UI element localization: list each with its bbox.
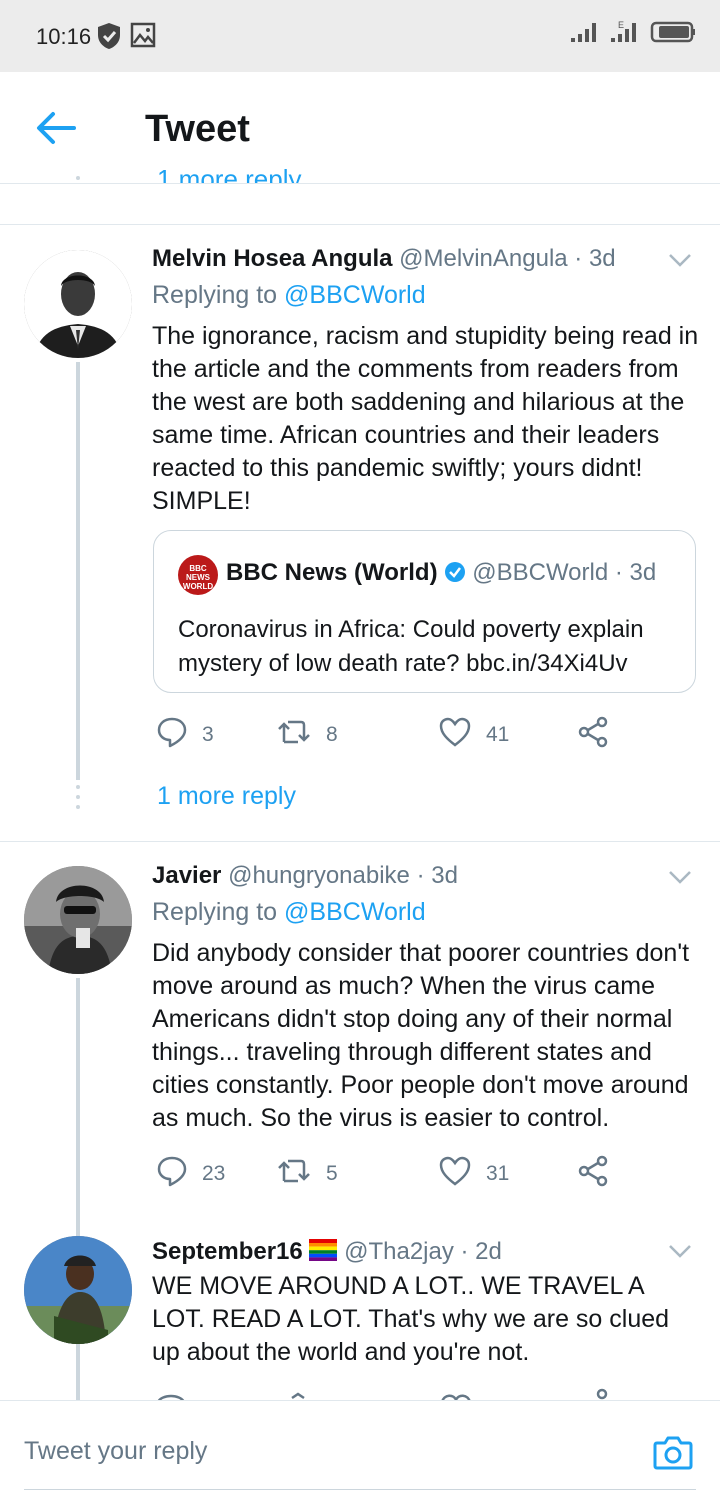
section-divider <box>0 841 720 842</box>
verified-badge-icon <box>444 561 466 590</box>
mention-link[interactable]: @BBCWorld <box>284 281 426 309</box>
author-handle: @hungryonabike <box>228 862 410 889</box>
thread-dot <box>76 176 80 180</box>
heart-icon <box>438 716 472 754</box>
thread-line <box>76 1344 80 1400</box>
reply-button[interactable]: 23 <box>156 1154 225 1194</box>
signal-icon <box>570 20 600 49</box>
image-icon <box>130 22 156 53</box>
reply-count: 3 <box>202 723 214 746</box>
avatar[interactable] <box>24 1236 132 1344</box>
like-button[interactable]: 41 <box>438 715 509 755</box>
author-handle: @MelvinAngula <box>399 245 568 272</box>
avatar[interactable] <box>24 866 132 974</box>
quote-author-name: BBC News (World) <box>226 559 438 586</box>
thread-line <box>76 362 80 780</box>
author-name[interactable]: Melvin Hosea Angula <box>152 245 393 272</box>
signal-e-icon: E <box>610 20 640 49</box>
share-button[interactable] <box>576 1154 610 1194</box>
tweet-header: Melvin Hosea Angula @MelvinAngula · 3d <box>152 245 616 273</box>
svg-text:E: E <box>618 20 624 30</box>
reply-icon <box>156 1155 188 1193</box>
heart-icon <box>438 1155 472 1193</box>
reply-input[interactable]: Tweet your reply <box>24 1437 207 1466</box>
replying-to: Replying to @BBCWorld <box>152 898 426 927</box>
retweet-icon <box>276 1155 312 1193</box>
author-name[interactable]: Javier <box>152 862 221 889</box>
like-count: 31 <box>486 1162 510 1185</box>
thread-dots <box>76 785 80 815</box>
bbc-news-logo: BBC NEWS WORLD <box>178 555 218 595</box>
section-divider <box>0 224 720 225</box>
author-handle: @Tha2jay <box>344 1238 454 1265</box>
quoted-tweet[interactable]: BBC NEWS WORLD BBC News (World) @BBCWorld … <box>153 530 696 693</box>
chevron-down-icon[interactable] <box>668 870 692 884</box>
tweet-age: · 3d <box>416 862 458 889</box>
mention-link[interactable]: @BBCWorld <box>284 898 426 926</box>
share-icon <box>576 1155 610 1193</box>
tweet-text: Did anybody consider that poorer countri… <box>152 939 690 1132</box>
retweet-count: 8 <box>326 723 338 746</box>
tweet-age: · 3d <box>574 245 616 272</box>
retweet-count: 5 <box>326 1162 338 1185</box>
quote-age: · 3d <box>614 559 657 586</box>
tweet-text: The ignorance, racism and stupidity bein… <box>152 322 699 515</box>
retweet-icon <box>276 716 312 754</box>
tweet-header: September16 @Tha2jay · 2d <box>152 1238 502 1268</box>
reply-icon <box>156 716 188 754</box>
replying-prefix: Replying to <box>152 898 285 926</box>
rainbow-flag-icon <box>309 1239 338 1268</box>
reply-button[interactable]: 3 <box>156 715 214 755</box>
chevron-down-icon[interactable] <box>668 253 692 267</box>
avatar[interactable] <box>24 250 132 358</box>
reply-count: 23 <box>202 1162 226 1185</box>
share-button[interactable] <box>576 715 610 755</box>
input-underline <box>24 1489 696 1490</box>
replying-prefix: Replying to <box>152 281 285 309</box>
shield-icon <box>96 22 122 55</box>
replying-to: Replying to @BBCWorld <box>152 281 426 310</box>
retweet-button[interactable]: 8 <box>276 715 338 755</box>
battery-icon <box>650 20 696 49</box>
status-time: 10:16 <box>36 24 92 49</box>
status-bar: 10:16 E <box>0 0 720 72</box>
tweet-text: WE MOVE AROUND A LOT.. WE TRAVEL A LOT. … <box>152 1272 670 1366</box>
back-arrow-icon[interactable] <box>34 110 78 146</box>
share-icon <box>576 716 610 754</box>
thread-line <box>76 978 80 1236</box>
author-name[interactable]: September16 <box>152 1238 303 1265</box>
more-replies-link[interactable]: 1 more reply <box>157 782 296 811</box>
tweet-age: · 2d <box>460 1238 502 1265</box>
app-bar: Tweet 1 more reply <box>0 72 720 184</box>
like-count: 41 <box>486 723 510 746</box>
more-replies-link-partial[interactable]: 1 more reply <box>157 164 302 183</box>
tweet-actions: 23 5 31 <box>152 1154 622 1194</box>
retweet-button[interactable]: 5 <box>276 1154 338 1194</box>
page-title: Tweet <box>145 108 250 150</box>
quote-text: Coronavirus in Africa: Could poverty exp… <box>178 616 644 677</box>
like-button[interactable]: 31 <box>438 1154 509 1194</box>
camera-icon[interactable] <box>652 1431 694 1473</box>
reply-compose-bar: Tweet your reply <box>0 1400 720 1500</box>
chevron-down-icon[interactable] <box>668 1244 692 1258</box>
quote-header: BBC News (World) @BBCWorld · 3d <box>226 559 656 590</box>
quote-author-handle: @BBCWorld <box>472 559 609 586</box>
tweet-actions: 3 8 41 <box>152 715 622 755</box>
tweet-header: Javier @hungryonabike · 3d <box>152 862 458 890</box>
